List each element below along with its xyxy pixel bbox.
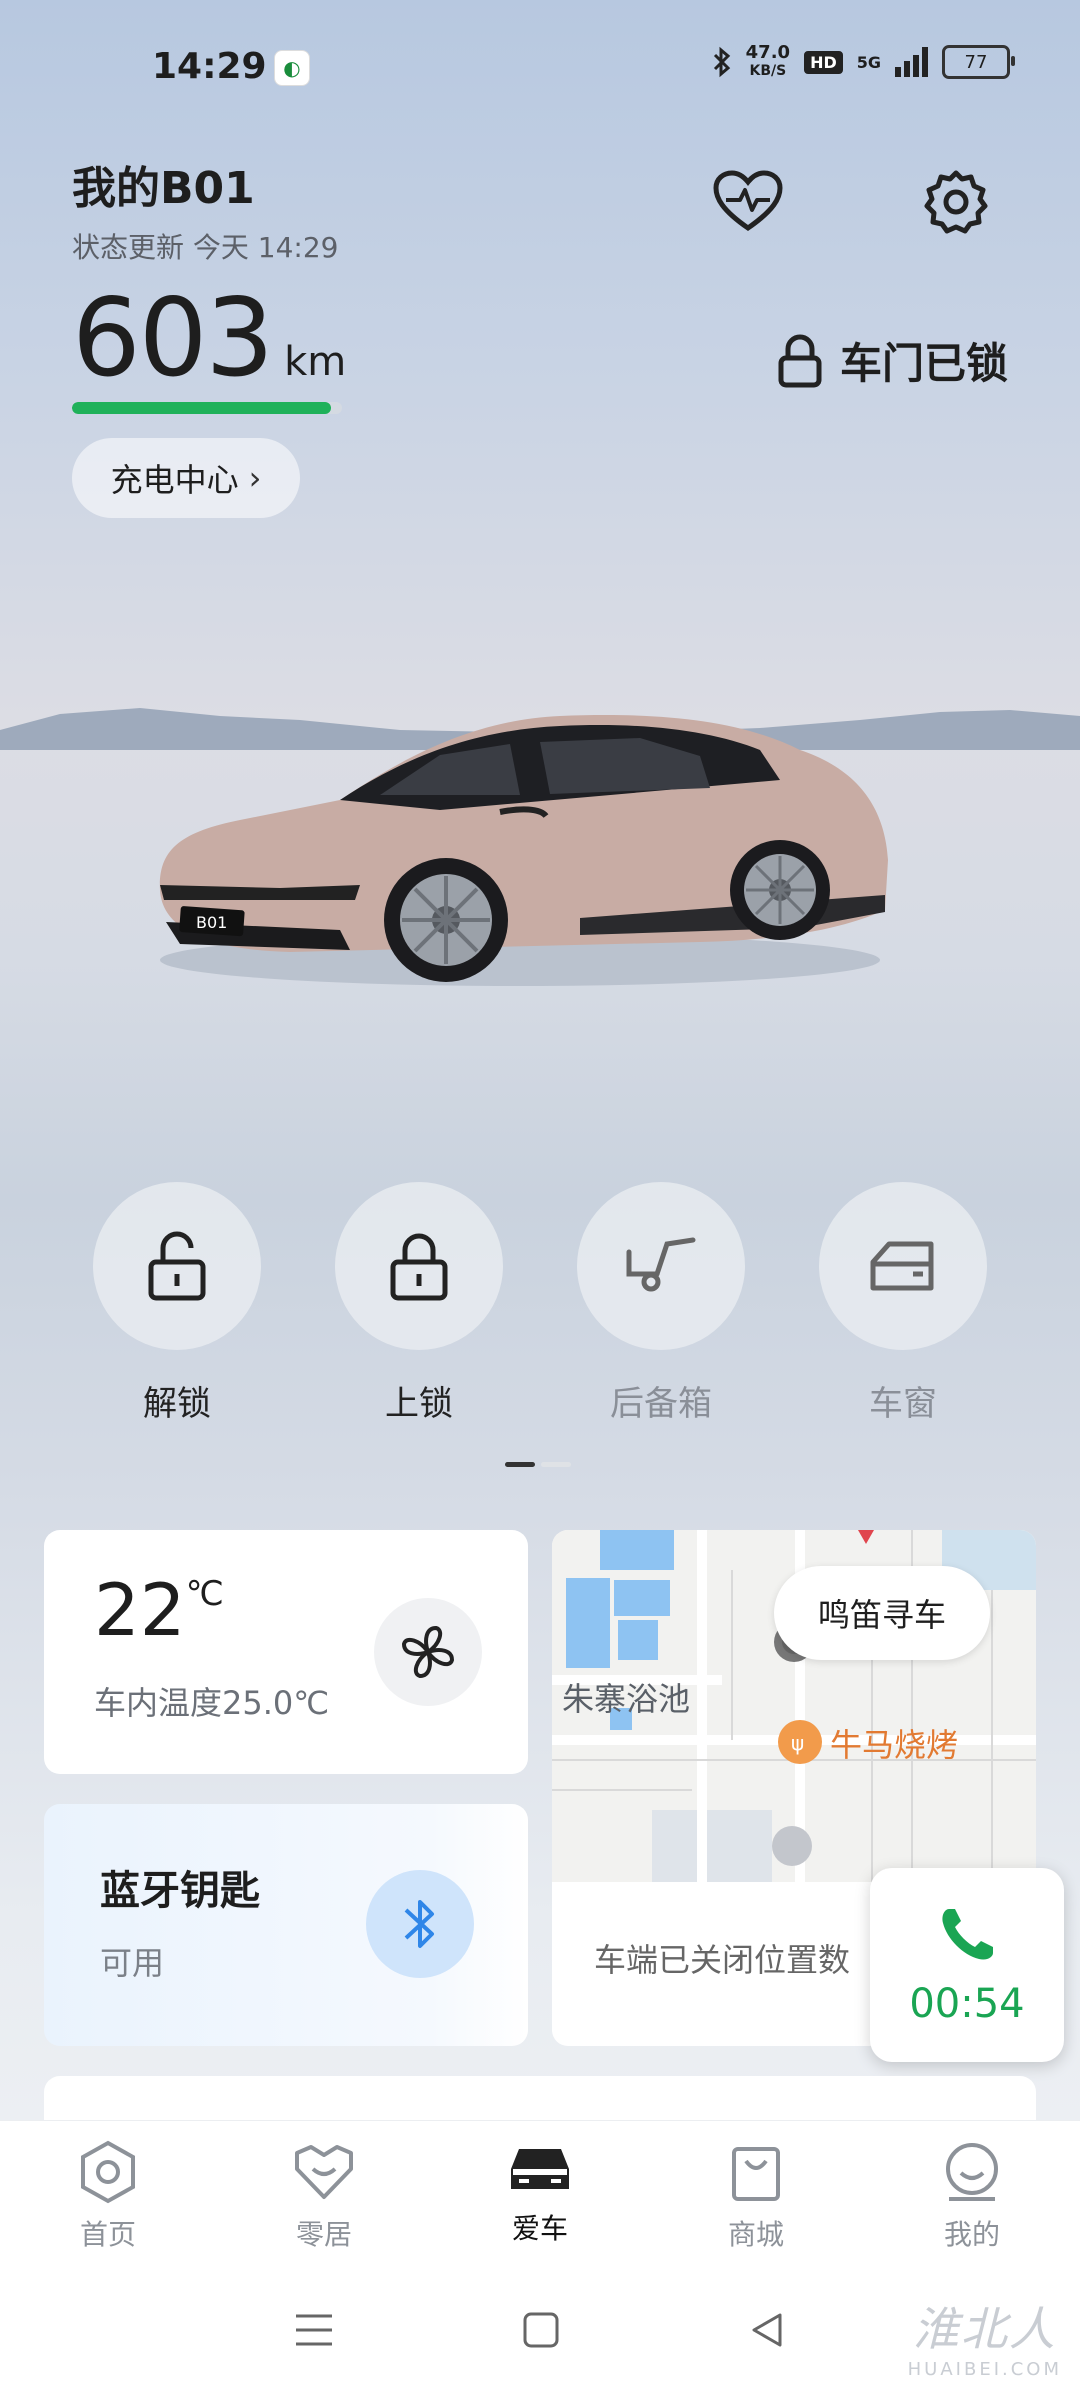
car-icon (511, 2149, 569, 2189)
chevron-right-icon: › (248, 459, 262, 497)
trunk-icon (626, 1237, 696, 1292)
padlock-icon (778, 334, 822, 387)
range-display: 603 km (72, 276, 346, 401)
status-time: 14:29 (152, 46, 267, 87)
heart-smile-icon (295, 2145, 353, 2199)
fan-icon (402, 1626, 454, 1678)
car-name: 我的B01 (72, 163, 255, 214)
vehicle-health-button[interactable] (708, 162, 788, 242)
gear-icon (924, 170, 988, 234)
menu-icon[interactable] (294, 2312, 334, 2348)
phone-icon (942, 1909, 993, 1960)
car-app-screen: 14:29 ◐ 47.0 KB/S HD 5G 77 我的B01 状态更新 今天… (0, 0, 1080, 2400)
lock-icon (390, 1233, 448, 1301)
status-update-time: 状态更新 今天 14:29 (72, 231, 339, 264)
bottom-tab-bar: 首页 零居 爱车 商城 我的 (0, 2120, 1080, 2261)
bluetooth-button[interactable] (366, 1870, 474, 1978)
honk-find-car-button[interactable]: 鸣笛寻车 (774, 1566, 990, 1660)
range-value: 603 (72, 276, 274, 401)
unlock-icon (148, 1231, 206, 1301)
tab-home[interactable]: 首页 (0, 2121, 216, 2261)
fan-button[interactable] (374, 1598, 482, 1706)
signal-icon (895, 47, 928, 77)
temperature-setting: 22℃ (94, 1568, 224, 1652)
back-icon[interactable] (748, 2311, 786, 2349)
car-image: B01 (159, 715, 889, 986)
map-poi-label: 牛马烧烤 (830, 1726, 959, 1764)
net-speed: 47.0 KB/S (745, 42, 791, 80)
battery-icon: 77 (942, 45, 1015, 79)
license-plate: B01 (196, 913, 227, 932)
home-hex-icon (81, 2140, 135, 2204)
bluetooth-key-status: 可用 (100, 1944, 165, 1982)
call-duration: 00:54 (909, 1981, 1025, 2027)
hd-badge: HD (804, 50, 843, 74)
svg-text:ψ: ψ (791, 1731, 804, 1755)
page-indicator (505, 1462, 571, 1467)
status-bar: 14:29 ◐ 47.0 KB/S HD 5G 77 (0, 0, 1080, 130)
quick-actions: 解锁 上锁 后备箱 车窗 (0, 1182, 1080, 1425)
status-icons: 47.0 KB/S HD 5G 77 (712, 42, 1015, 80)
heart-pulse-icon (713, 170, 783, 232)
window-icon (870, 1241, 934, 1291)
trunk-button[interactable]: 后备箱 (576, 1182, 746, 1425)
tab-profile[interactable]: 我的 (864, 2121, 1080, 2261)
tab-store[interactable]: 商城 (648, 2121, 864, 2261)
call-floating-window[interactable]: 00:54 (870, 1868, 1064, 2062)
map-place-label: 朱寨浴池 (562, 1680, 691, 1718)
watermark-logo: 淮北人 HUAIBEI.COM (907, 2302, 1062, 2380)
shopping-bag-icon (732, 2147, 780, 2201)
window-button[interactable]: 车窗 (818, 1182, 988, 1425)
network-type: 5G (856, 52, 881, 72)
lock-button[interactable]: 上锁 (334, 1182, 504, 1425)
tab-my-car[interactable]: 爱车 (432, 2121, 648, 2261)
inside-temperature: 车内温度25.0℃ (94, 1684, 330, 1722)
range-bar-fill (72, 402, 332, 414)
profile-icon (946, 2143, 998, 2201)
climate-card[interactable]: 22℃ 车内温度25.0℃ (44, 1530, 528, 1774)
door-lock-status: 车门已锁 (778, 330, 1008, 391)
tab-community[interactable]: 零居 (216, 2121, 432, 2261)
bluetooth-key-title: 蓝牙钥匙 (100, 1868, 260, 1914)
charge-center-button[interactable]: 充电中心 › (72, 438, 300, 518)
settings-button[interactable] (916, 162, 996, 242)
home-square-icon[interactable] (522, 2311, 560, 2349)
bluetooth-icon (404, 1900, 434, 1948)
bluetooth-key-card[interactable]: 蓝牙钥匙 可用 (44, 1804, 528, 2046)
range-unit: km (284, 339, 347, 385)
bluetooth-status-icon (713, 46, 730, 78)
range-bar (72, 402, 342, 414)
app-notification-icon: ◐ (274, 50, 310, 86)
unlock-button[interactable]: 解锁 (92, 1182, 262, 1425)
